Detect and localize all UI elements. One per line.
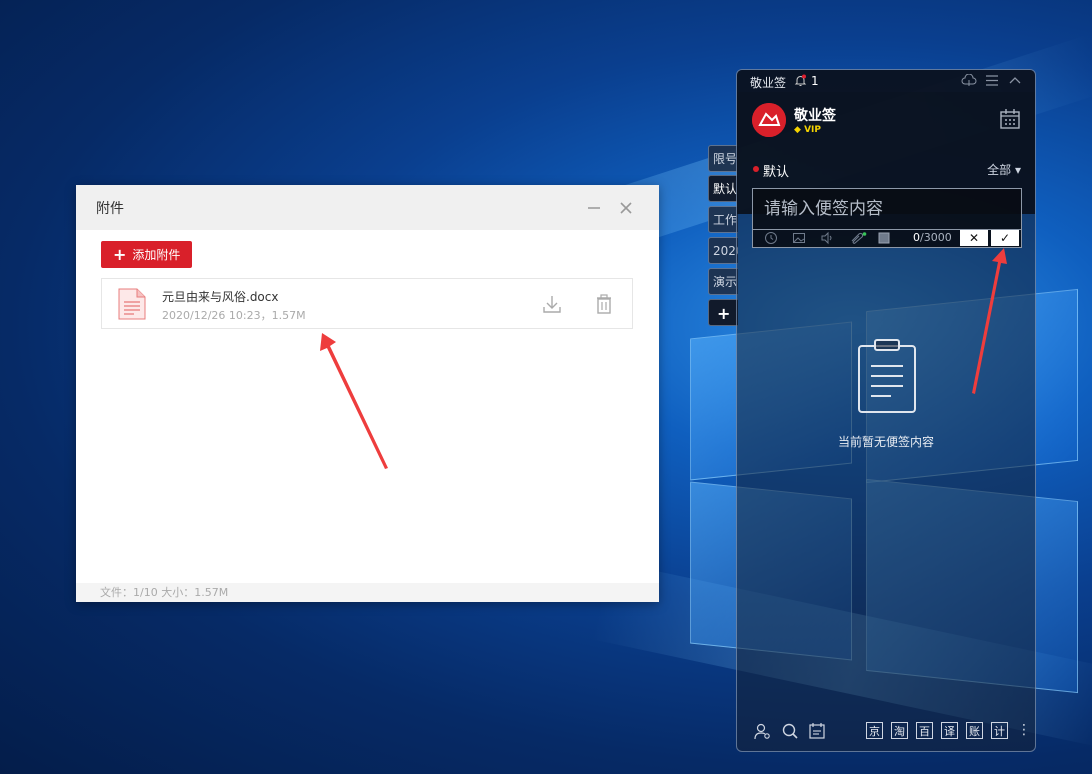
note-input-box [752,188,1022,230]
image-icon[interactable] [792,231,806,245]
quick-taobao-button[interactable]: 淘 [891,722,908,739]
tab-2020[interactable]: 2020 [708,237,738,264]
quick-baidu-button[interactable]: 百 [916,722,933,739]
minimize-button[interactable] [581,195,607,221]
add-attachment-button[interactable]: + 添加附件 [101,241,193,268]
menu-icon[interactable] [986,75,998,86]
more-options-icon[interactable]: ⋮ [1017,722,1031,738]
char-counter: 0/3000 [913,231,952,244]
trash-icon[interactable] [593,293,615,315]
dialog-title: 附件 [96,200,124,217]
app-name: 敬业签 [750,76,787,90]
tab-work[interactable]: 工作 [708,206,738,233]
confirm-button[interactable]: ✓ [991,230,1019,246]
input-toolbar: 0/3000 ✕ ✓ [752,230,1022,248]
category-name: 默认 [763,165,790,180]
dialog-header: 附件 [76,185,659,230]
tab-limit[interactable]: 限号 [708,145,738,172]
filter-dropdown[interactable]: 全部 ▾ [987,161,1021,178]
note-input[interactable] [753,189,1021,229]
schedule-icon[interactable] [808,722,826,740]
file-name: 元旦由来与风俗.docx [162,290,279,304]
notification-count: 1 [811,74,819,88]
quick-jd-button[interactable]: 京 [866,722,883,739]
cloud-sync-icon[interactable] [961,74,977,87]
empty-state-text: 当前暂无便签内容 [837,435,934,449]
note-format-icon[interactable] [877,231,891,245]
category-dot [753,166,759,172]
bell-icon[interactable] [794,74,807,87]
logo-icon [752,103,786,137]
attachment-row[interactable]: 元旦由来与风俗.docx 2020/12/26 10:23，1.57M [101,278,633,329]
quick-translate-button[interactable]: 译 [941,722,958,739]
file-meta: 2020/12/26 10:23，1.57M [162,309,306,322]
clock-icon[interactable] [764,231,778,245]
brand-name: 敬业签 [794,108,836,124]
title-bar: 敬业签 1 [737,70,1035,92]
plus-icon: + [113,245,127,264]
close-icon [620,201,632,214]
quick-calculator-button[interactable]: 计 [991,722,1008,739]
attachment-icon[interactable] [849,231,867,245]
dialog-footer: 文件：1/10 大小：1.57M [76,583,659,602]
add-tab-button[interactable]: + [708,299,738,326]
document-icon [118,288,146,320]
tab-default[interactable]: 默认 [708,175,738,202]
empty-clipboard-icon [858,339,916,413]
quick-ledger-button[interactable]: 账 [966,722,983,739]
vip-badge: ◆ VIP [794,125,821,135]
sticky-note-panel: 敬业签 1 敬业签 ◆ VIP 默认 全部 ▾ 请输入便签内容 0/3000 ✕… [736,69,1036,752]
user-settings-icon[interactable] [753,722,771,740]
minimize-icon [588,206,600,209]
avatar[interactable] [752,103,786,137]
calendar-icon[interactable] [999,108,1021,130]
audio-icon[interactable] [820,231,834,245]
download-icon[interactable] [541,293,563,315]
attachment-dialog: 附件 + 添加附件 元旦由来与风俗.docx 2020/12/26 10:23，… [76,185,659,602]
search-icon[interactable] [781,722,799,740]
cancel-button[interactable]: ✕ [960,230,988,246]
collapse-icon[interactable] [1009,76,1021,84]
tab-demo[interactable]: 演示 [708,268,738,295]
add-attachment-label: 添加附件 [132,248,181,262]
close-button[interactable] [613,195,639,221]
